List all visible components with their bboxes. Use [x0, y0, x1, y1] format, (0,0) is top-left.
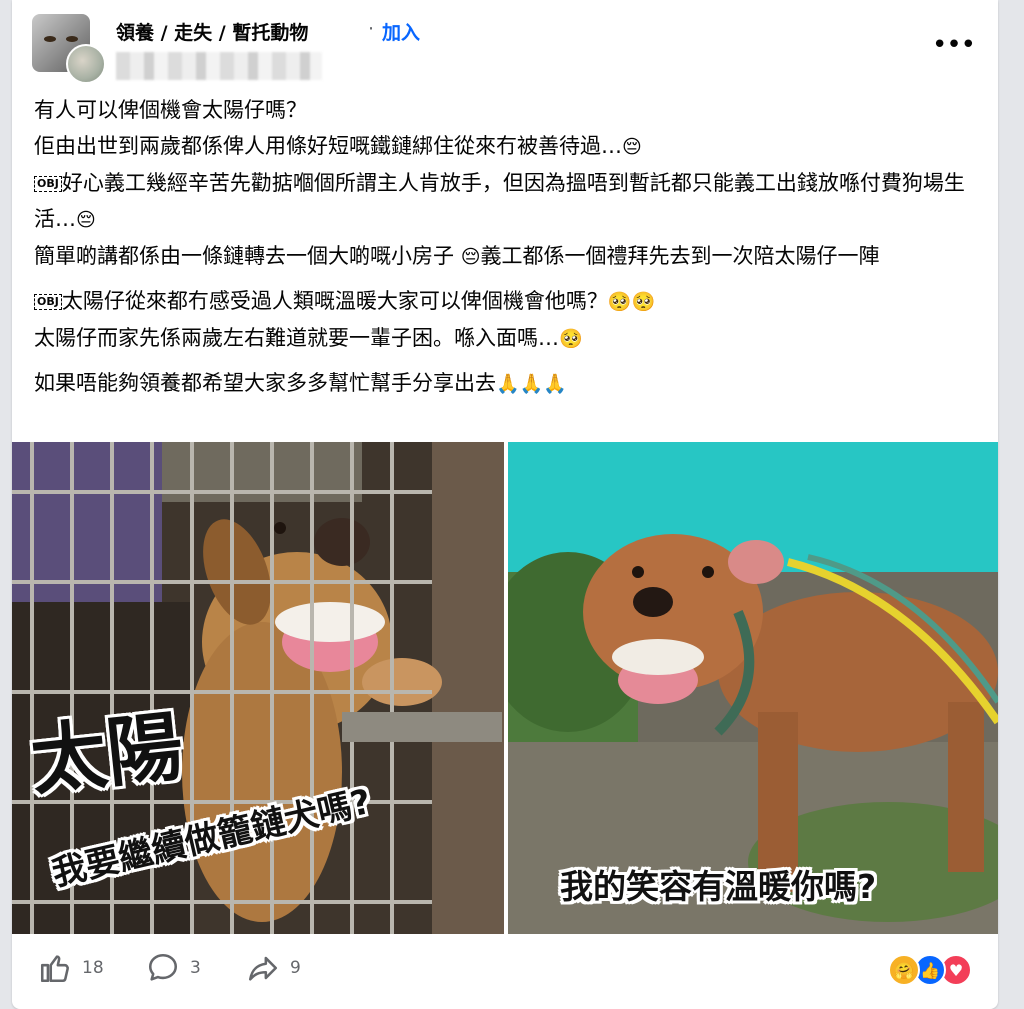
post-line-text: 好心義工幾經辛苦先勸掂嗰個所謂主人肯放手，但因為搵唔到暫託都只能義工出錢放喺付費… — [34, 171, 965, 231]
post-line: OBJ 好心義工幾經辛苦先勸掂嗰個所謂主人肯放手，但因為搵唔到暫託都只能義工出錢放… — [34, 165, 974, 238]
sad-emoji-icon: 😔 — [622, 136, 642, 158]
obj-placeholder-icon: OBJ — [34, 294, 62, 310]
post-text: 有人可以俾個機會太陽仔嗎？ 佢由出世到兩歲都係俾人用條好短嘅鐵鏈綁住從來冇被善待… — [34, 92, 974, 402]
post-line-text: 如果唔能夠領養都希望大家多多幫忙幫手分享出去 — [34, 371, 496, 395]
post-line-text: 太陽仔從來都冇感受過人類嘅溫暖大家可以俾個機會他嗎？ — [61, 289, 608, 313]
like-count: 18 — [82, 958, 104, 978]
share-count: 9 — [290, 958, 301, 978]
post-line-text: 佢由出世到兩歲都係俾人用條好短嘅鐵鏈綁住從來冇被善待過… — [34, 134, 622, 158]
post-line: OBJ 太陽仔從來都冇感受過人類嘅溫暖大家可以俾個機會他嗎？🥺🥺 — [34, 283, 974, 320]
author-avatar[interactable] — [66, 44, 106, 84]
post-card: 領養 / 走失 / 暫托動物 · 加入 ••• 有人可以俾個機會太陽仔嗎？ 佢由… — [12, 0, 998, 1009]
more-options-button[interactable]: ••• — [932, 30, 976, 60]
dog-name-caption: 太陽 — [26, 701, 187, 806]
post-line: 簡單啲講都係由一條鏈轉去一個大啲嘅小房子 😔義工都係一個禮拜先去到一次陪太陽仔一… — [34, 238, 974, 275]
dog-in-cage-photo[interactable]: 太陽 我要繼續做籠鏈犬嗎? — [12, 442, 504, 934]
comment-icon — [148, 953, 178, 981]
share-icon — [248, 956, 278, 981]
right-photo-caption: 我的笑容有溫暖你嗎? — [560, 867, 877, 906]
praying-hands-emoji-icon: 🙏🙏🙏 — [496, 373, 567, 395]
care-icon: 🤗 — [888, 954, 920, 986]
sad-emoji-icon: 😔 — [76, 209, 96, 231]
sad-emoji-icon: 😔 — [460, 246, 481, 268]
pleading-emoji-icon: 🥺 — [631, 291, 656, 313]
join-group-link[interactable]: 加入 — [382, 18, 420, 45]
cat-eye-icon — [66, 36, 78, 42]
pleading-emoji-icon: 🥺 — [559, 328, 583, 350]
separator-dot: · — [368, 18, 375, 40]
like-button[interactable]: 18 — [38, 950, 104, 986]
post-line: 太陽仔而家先係兩歲左右難道就要一輩子困。喺入面嗎…🥺 — [34, 320, 974, 357]
blurred-author-name — [116, 52, 322, 80]
post-line-text: 有人可以俾個機會太陽仔嗎？ — [34, 98, 307, 122]
thumbs-up-icon — [40, 955, 69, 983]
share-button[interactable]: 9 — [246, 950, 301, 986]
post-line: 佢由出世到兩歲都係俾人用條好短嘅鐵鏈綁住從來冇被善待過…😔 — [34, 128, 974, 165]
obj-placeholder-icon: OBJ — [34, 176, 62, 192]
pleading-emoji-icon: 🥺 — [607, 291, 632, 313]
post-line: 有人可以俾個機會太陽仔嗎？ — [34, 92, 974, 128]
comment-count: 3 — [190, 958, 201, 978]
group-name[interactable]: 領養 / 走失 / 暫托動物 — [116, 18, 308, 45]
reaction-summary[interactable]: 🤗 👍 ♥ — [888, 954, 978, 986]
post-line-text: 義工都係一個禮拜先去到一次陪太陽仔一陣 — [480, 244, 880, 268]
dog-outdoors-photo[interactable]: 我的笑容有溫暖你嗎? — [508, 442, 998, 934]
post-line-text: 太陽仔而家先係兩歲左右難道就要一輩子困。喺入面嗎… — [34, 326, 559, 350]
post-line-text: 簡單啲講都係由一條鏈轉去一個大啲嘅小房子 — [34, 244, 454, 268]
comment-button[interactable]: 3 — [146, 950, 201, 986]
cat-eye-icon — [44, 36, 56, 42]
avatar-group[interactable] — [32, 14, 106, 84]
post-line: 如果唔能夠領養都希望大家多多幫忙幫手分享出去🙏🙏🙏 — [34, 365, 974, 402]
